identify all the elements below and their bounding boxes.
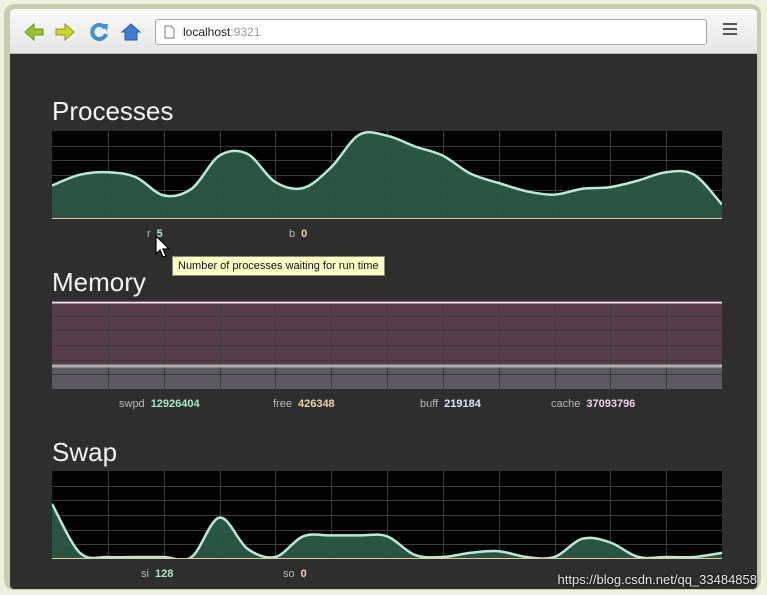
url-host: localhost (183, 25, 231, 39)
legend-label-swpd: swpd (119, 398, 145, 410)
url-bar[interactable]: localhost:9321 (155, 19, 707, 45)
processes-title: Processes (52, 96, 174, 126)
swap-legend-so: so 0 (283, 568, 307, 580)
memory-chart-svg (52, 301, 722, 389)
page-icon (164, 25, 175, 39)
browser-window: localhost:9321 Processes r5 b0 Memory sw… (10, 9, 757, 589)
swap-title: Swap (52, 437, 118, 467)
menu-icon[interactable] (723, 23, 737, 39)
memory-legend-buff: buff 219184 (420, 398, 481, 410)
legend-value-swpd: 12926404 (150, 398, 200, 410)
legend-value-b: 0 (301, 228, 308, 240)
legend-value-so: 0 (300, 568, 307, 580)
dashboard: Processes r5 b0 Memory swpd 12926404 free… (10, 54, 757, 589)
legend-value-free: 426348 (297, 398, 335, 410)
legend-label-cache: cache (551, 398, 581, 410)
memory-legend-free: free 426348 (273, 398, 335, 410)
swap-chart-svg (52, 471, 722, 559)
tooltip: Number of processes waiting for run time (172, 256, 385, 276)
legend-label-r: r (147, 228, 151, 240)
legend-value-buff: 219184 (444, 398, 481, 410)
memory-legend-cache: cache 37093796 (551, 398, 635, 410)
reload-icon[interactable] (88, 21, 110, 43)
back-arrow-icon[interactable] (23, 21, 45, 43)
url-port: :9321 (230, 25, 261, 39)
mouse-cursor-icon (155, 235, 171, 258)
home-icon[interactable] (120, 21, 142, 43)
memory-title: Memory (52, 267, 146, 297)
memory-legend-swpd: swpd 12926404 (119, 398, 200, 410)
legend-value-si: 128 (154, 568, 174, 580)
swap-legend-si: si 128 (141, 568, 173, 580)
legend-label-buff: buff (420, 398, 439, 410)
processes-chart (52, 131, 722, 219)
processes-chart-svg (52, 131, 722, 219)
legend-label-free: free (273, 398, 292, 410)
legend-value-cache: 37093796 (586, 398, 636, 410)
legend-label-so: so (283, 568, 295, 580)
forward-arrow-icon[interactable] (54, 21, 76, 43)
legend-label-b: b (289, 228, 296, 240)
memory-chart (52, 301, 722, 389)
legend-label-si: si (141, 568, 149, 580)
watermark: https://blog.csdn.net/qq_33484858 (557, 572, 758, 587)
browser-toolbar: localhost:9321 (10, 9, 757, 54)
processes-legend-b: b0 (289, 228, 307, 240)
swap-chart (52, 471, 722, 559)
